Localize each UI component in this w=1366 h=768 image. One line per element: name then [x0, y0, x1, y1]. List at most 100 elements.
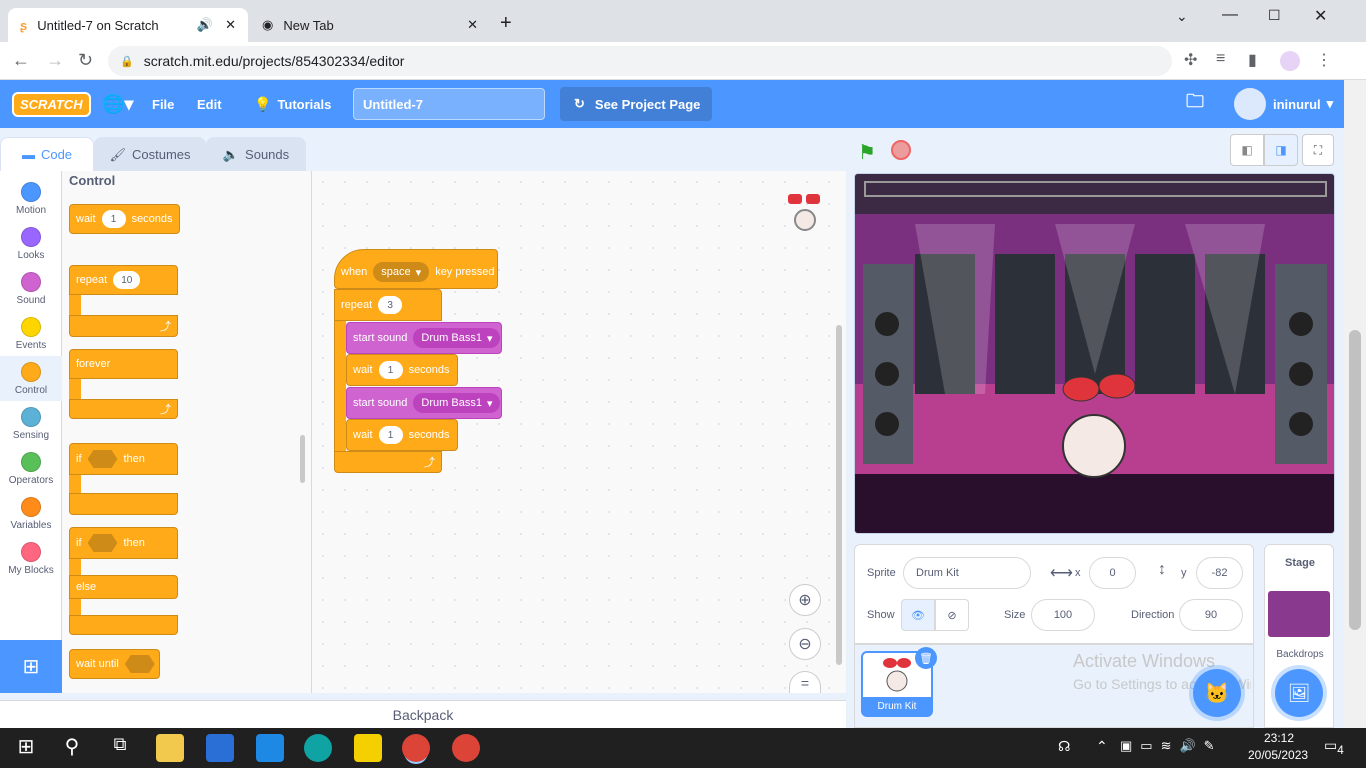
- tutorials-button[interactable]: 💡 Tutorials: [254, 80, 331, 128]
- when-key-pressed-block[interactable]: when space ▾ key pressed: [334, 249, 498, 289]
- chrome-profile-taskbar-icon[interactable]: [452, 734, 480, 762]
- category-motion[interactable]: Motion: [0, 176, 62, 221]
- back-arrow-icon[interactable]: ←: [12, 50, 30, 71]
- script-area[interactable]: when space ▾ key pressed repeat 3 start so…: [312, 171, 846, 693]
- stage-selector-panel[interactable]: Stage Backdrops 🖼: [1264, 544, 1334, 728]
- palette-wait-block[interactable]: wait 1 seconds: [69, 204, 180, 234]
- zoom-in-button[interactable]: ⊕: [789, 584, 821, 616]
- zoom-out-button[interactable]: ⊖: [789, 628, 821, 660]
- small-stage-button[interactable]: ◧: [1230, 134, 1264, 166]
- tab-code[interactable]: ▬ Code: [0, 137, 94, 171]
- microsoft-store-icon[interactable]: [206, 734, 234, 762]
- scratch-logo[interactable]: SCRATCH: [12, 80, 91, 128]
- wait-block[interactable]: wait 1 seconds: [346, 354, 458, 386]
- condition-slot[interactable]: [87, 450, 118, 468]
- palette-wait-until-block[interactable]: wait until: [69, 649, 160, 679]
- mail-icon[interactable]: [256, 734, 284, 762]
- see-project-page-button[interactable]: ↻ See Project Page: [560, 87, 712, 121]
- file-menu[interactable]: File: [152, 80, 174, 128]
- reload-icon[interactable]: ↻: [78, 50, 93, 71]
- size-input[interactable]: 100: [1031, 599, 1095, 631]
- category-sound[interactable]: Sound: [0, 266, 62, 311]
- minimize-window-button[interactable]: —: [1222, 6, 1238, 24]
- language-globe-icon[interactable]: 🌐▾: [102, 80, 133, 128]
- repeat-block[interactable]: repeat 3: [334, 289, 442, 321]
- chrome-taskbar-icon[interactable]: [402, 734, 430, 762]
- show-hidden-icons-chevron-icon[interactable]: ⌃: [1096, 738, 1108, 755]
- tab-search-chevron-icon[interactable]: ⌄: [1176, 8, 1188, 25]
- wait-block[interactable]: wait 1 seconds: [346, 419, 458, 451]
- palette-if-else-block[interactable]: if then: [69, 527, 178, 559]
- key-dropdown[interactable]: space ▾: [373, 262, 430, 282]
- edit-menu[interactable]: Edit: [197, 80, 222, 128]
- category-variables[interactable]: Variables: [0, 491, 62, 536]
- show-hidden-button[interactable]: ⊘: [935, 599, 969, 631]
- choose-sprite-button[interactable]: 🐱: [1193, 669, 1241, 717]
- category-operators[interactable]: Operators: [0, 446, 62, 491]
- block-palette[interactable]: Control wait 1 seconds repeat 10 ⤴ forever …: [62, 171, 312, 693]
- x-input[interactable]: 0: [1089, 557, 1136, 589]
- account-menu[interactable]: ininurul ▾: [1273, 80, 1333, 128]
- wait-input[interactable]: 1: [378, 361, 403, 379]
- scrollbar-thumb[interactable]: [1349, 330, 1361, 630]
- browser-tab-newtab[interactable]: ◉ New Tab ✕: [250, 8, 490, 42]
- choose-backdrop-button[interactable]: 🖼: [1275, 669, 1323, 717]
- browser-tab-scratch[interactable]: ʂ Untitled-7 on Scratch 🔊 ✕: [8, 8, 248, 42]
- task-view-icon[interactable]: ⧉: [106, 734, 134, 762]
- palette-forever-block[interactable]: forever: [69, 349, 178, 379]
- block-input[interactable]: 10: [113, 271, 141, 289]
- add-extension-button[interactable]: ⊞: [0, 640, 62, 693]
- sound-dropdown[interactable]: Drum Bass1 ▾: [413, 393, 501, 413]
- sound-dropdown[interactable]: Drum Bass1 ▾: [413, 328, 501, 348]
- tab-sounds[interactable]: 🔈 Sounds: [206, 137, 306, 171]
- y-input[interactable]: -82: [1196, 557, 1243, 589]
- start-sound-block[interactable]: start sound Drum Bass1 ▾: [346, 322, 502, 354]
- search-icon[interactable]: ⚲: [58, 734, 86, 762]
- stage-canvas[interactable]: [854, 173, 1335, 534]
- show-visible-button[interactable]: 👁: [901, 599, 935, 631]
- my-stuff-folder-icon[interactable]: 🗀: [1186, 80, 1204, 128]
- close-tab-icon[interactable]: ✕: [225, 17, 236, 33]
- direction-input[interactable]: 90: [1179, 599, 1243, 631]
- category-sensing[interactable]: Sensing: [0, 401, 62, 446]
- windows-start-icon[interactable]: ⊞: [12, 734, 40, 762]
- user-avatar[interactable]: [1234, 88, 1266, 120]
- condition-slot[interactable]: [87, 534, 118, 552]
- project-title-input[interactable]: Untitled-7: [353, 88, 545, 120]
- profile-avatar[interactable]: [1280, 51, 1300, 71]
- repeat-count-input[interactable]: 3: [378, 296, 403, 314]
- category-my-blocks[interactable]: My Blocks: [0, 536, 62, 581]
- side-panel-icon[interactable]: ▮: [1248, 50, 1257, 70]
- wait-input[interactable]: 1: [378, 426, 403, 444]
- extensions-puzzle-icon[interactable]: ✣: [1184, 50, 1197, 70]
- sprite-name-input[interactable]: Drum Kit: [903, 557, 1031, 589]
- page-scrollbar[interactable]: [1344, 80, 1366, 728]
- close-tab-icon[interactable]: ✕: [467, 17, 478, 33]
- category-control[interactable]: Control: [0, 356, 62, 401]
- fullscreen-button[interactable]: ⛶: [1302, 134, 1334, 166]
- script-scrollbar[interactable]: [836, 325, 842, 665]
- tab-costumes[interactable]: 🖌 Costumes: [94, 137, 206, 171]
- start-sound-block[interactable]: start sound Drum Bass1 ▾: [346, 387, 502, 419]
- category-events[interactable]: Events: [0, 311, 62, 356]
- system-tray-icons[interactable]: ▣▭≋🔊✎: [1120, 738, 1223, 754]
- green-flag-icon[interactable]: ⚑: [858, 140, 876, 165]
- category-looks[interactable]: Looks: [0, 221, 62, 266]
- maximize-window-button[interactable]: ☐: [1268, 7, 1281, 24]
- speaker-icon[interactable]: 🔊: [197, 17, 213, 33]
- block-input[interactable]: 1: [101, 210, 126, 228]
- large-stage-button[interactable]: ◨: [1264, 134, 1298, 166]
- notifications-icon[interactable]: ▭4: [1324, 737, 1344, 757]
- clock-time[interactable]: 23:12: [1264, 731, 1294, 745]
- clock-date[interactable]: 20/05/2023: [1248, 748, 1308, 762]
- chrome-menu-icon[interactable]: ⋮: [1316, 50, 1332, 70]
- new-tab-button[interactable]: +: [500, 12, 512, 35]
- close-window-button[interactable]: ✕: [1314, 6, 1327, 26]
- file-explorer-icon[interactable]: [156, 734, 184, 762]
- palette-repeat-block[interactable]: repeat 10: [69, 265, 178, 295]
- backpack-bar[interactable]: Backpack: [0, 700, 846, 728]
- sticky-notes-icon[interactable]: [354, 734, 382, 762]
- palette-if-then-block[interactable]: if then: [69, 443, 178, 475]
- media-queue-icon[interactable]: ≡: [1216, 50, 1225, 68]
- forward-arrow-icon[interactable]: →: [46, 50, 64, 71]
